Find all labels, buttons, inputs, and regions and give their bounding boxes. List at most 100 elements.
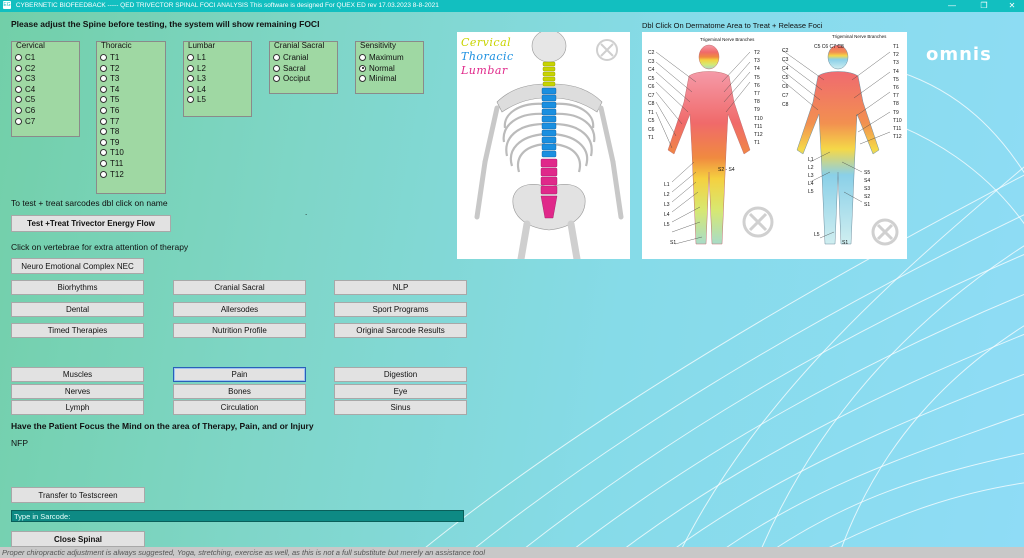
radio-t10[interactable]: T10 <box>100 148 165 159</box>
radio-label: C5 <box>25 95 36 105</box>
radio-circle[interactable] <box>359 54 366 61</box>
allersodes-button[interactable]: Allersodes <box>173 302 306 317</box>
radio-circle[interactable] <box>15 85 22 93</box>
radio-t11[interactable]: T11 <box>100 159 165 170</box>
back-bottom-label: S1 <box>842 240 849 246</box>
back-bottom-label: S3 <box>864 186 871 192</box>
radio-circle[interactable] <box>100 96 107 104</box>
radio-circle[interactable] <box>273 54 280 61</box>
close-icon[interactable]: ✕ <box>998 0 1024 12</box>
maximize-icon[interactable]: ❐ <box>970 0 998 12</box>
sarcode-input[interactable] <box>11 510 464 522</box>
radio-t12[interactable]: T12 <box>100 170 165 181</box>
back-bottom-label: L4 <box>808 181 814 187</box>
nlp-button[interactable]: NLP <box>334 280 467 295</box>
original-sarcode-results-button[interactable]: Original Sarcode Results <box>334 323 467 338</box>
front-right-label: T8 <box>754 99 760 106</box>
front-right-label: T6 <box>754 82 760 89</box>
radio-c7[interactable]: C7 <box>15 117 79 128</box>
radio-t5[interactable]: T5 <box>100 95 165 106</box>
radio-circle[interactable] <box>100 85 107 93</box>
minimize-icon[interactable]: — <box>938 0 966 12</box>
radio-minimal[interactable]: Minimal <box>359 74 423 85</box>
sinus-button[interactable]: Sinus <box>334 400 467 415</box>
radio-t6[interactable]: T6 <box>100 106 165 117</box>
radio-l2[interactable]: L2 <box>187 64 251 75</box>
radio-l5[interactable]: L5 <box>187 95 251 106</box>
radio-c2[interactable]: C2 <box>15 64 79 75</box>
radio-circle[interactable] <box>100 106 107 114</box>
radio-l4[interactable]: L4 <box>187 85 251 96</box>
radio-c4[interactable]: C4 <box>15 85 79 96</box>
radio-l1[interactable]: L1 <box>187 53 251 64</box>
radio-circle[interactable] <box>187 85 194 93</box>
test-treat-button[interactable]: Test +Treat Trivector Energy Flow <box>11 215 171 232</box>
radio-circle[interactable] <box>100 117 107 125</box>
nutrition-profile-button[interactable]: Nutrition Profile <box>173 323 306 338</box>
radio-circle[interactable] <box>359 75 366 83</box>
radio-label: C4 <box>25 84 36 94</box>
radio-occiput[interactable]: Occiput <box>273 74 337 85</box>
radio-circle[interactable] <box>15 75 22 83</box>
front-left-label: C3 <box>648 58 655 65</box>
nec-button[interactable]: Neuro Emotional Complex NEC <box>11 258 144 274</box>
radio-t1[interactable]: T1 <box>100 53 165 64</box>
radio-t9[interactable]: T9 <box>100 138 165 149</box>
back-bottom-label: S1 <box>864 202 871 208</box>
digestion-button[interactable]: Digestion <box>334 367 467 382</box>
radio-circle[interactable] <box>15 96 22 104</box>
radio-circle[interactable] <box>100 159 107 167</box>
radio-circle[interactable] <box>187 75 194 83</box>
radio-t3[interactable]: T3 <box>100 74 165 85</box>
radio-circle[interactable] <box>100 54 107 61</box>
circulation-button[interactable]: Circulation <box>173 400 306 415</box>
transfer-to-testscreen-button[interactable]: Transfer to Testscreen <box>11 487 145 503</box>
radio-maximum[interactable]: Maximum <box>359 53 423 64</box>
close-spinal-button[interactable]: Close Spinal <box>11 531 145 547</box>
lymph-button[interactable]: Lymph <box>11 400 144 415</box>
radio-circle[interactable] <box>100 149 107 157</box>
radio-circle[interactable] <box>187 96 194 104</box>
radio-circle[interactable] <box>273 64 280 72</box>
radio-c6[interactable]: C6 <box>15 106 79 117</box>
app-icon: EG <box>3 1 11 10</box>
bones-button[interactable]: Bones <box>173 384 306 399</box>
radio-circle[interactable] <box>100 170 107 178</box>
pain-button[interactable]: Pain <box>173 367 306 382</box>
radio-circle[interactable] <box>100 64 107 72</box>
radio-circle[interactable] <box>100 138 107 146</box>
radio-circle[interactable] <box>15 117 22 125</box>
radio-circle[interactable] <box>273 75 280 83</box>
eye-button[interactable]: Eye <box>334 384 467 399</box>
radio-t2[interactable]: T2 <box>100 64 165 75</box>
spine-skeleton-image[interactable]: Cervical Thoracic Lumbar <box>457 32 630 259</box>
radio-t4[interactable]: T4 <box>100 85 165 96</box>
radio-sacral[interactable]: Sacral <box>273 64 337 75</box>
radio-circle[interactable] <box>100 128 107 136</box>
radio-circle[interactable] <box>187 54 194 61</box>
radio-circle[interactable] <box>187 64 194 72</box>
radio-c1[interactable]: C1 <box>15 53 79 64</box>
radio-l3[interactable]: L3 <box>187 74 251 85</box>
timed-therapies-button[interactable]: Timed Therapies <box>11 323 144 338</box>
radio-normal[interactable]: Normal <box>359 64 423 75</box>
radio-circle[interactable] <box>15 106 22 114</box>
radio-circle[interactable] <box>15 64 22 72</box>
back-right-label: T6 <box>893 85 899 91</box>
back-bottom-label: S4 <box>864 178 871 184</box>
biorhythms-button[interactable]: Biorhythms <box>11 280 144 295</box>
radio-cranial[interactable]: Cranial <box>273 53 337 64</box>
radio-circle[interactable] <box>100 75 107 83</box>
radio-c5[interactable]: C5 <box>15 95 79 106</box>
dermatome-map-image[interactable]: Trigeminal Nerve Branches Trigeminal Ner… <box>642 32 907 259</box>
radio-c3[interactable]: C3 <box>15 74 79 85</box>
radio-t7[interactable]: T7 <box>100 117 165 128</box>
radio-circle-checked[interactable] <box>359 64 366 72</box>
cranial-sacral-button[interactable]: Cranial Sacral <box>173 280 306 295</box>
sport-programs-button[interactable]: Sport Programs <box>334 302 467 317</box>
radio-circle[interactable] <box>15 54 22 61</box>
muscles-button[interactable]: Muscles <box>11 367 144 382</box>
dental-button[interactable]: Dental <box>11 302 144 317</box>
nerves-button[interactable]: Nerves <box>11 384 144 399</box>
radio-t8[interactable]: T8 <box>100 127 165 138</box>
